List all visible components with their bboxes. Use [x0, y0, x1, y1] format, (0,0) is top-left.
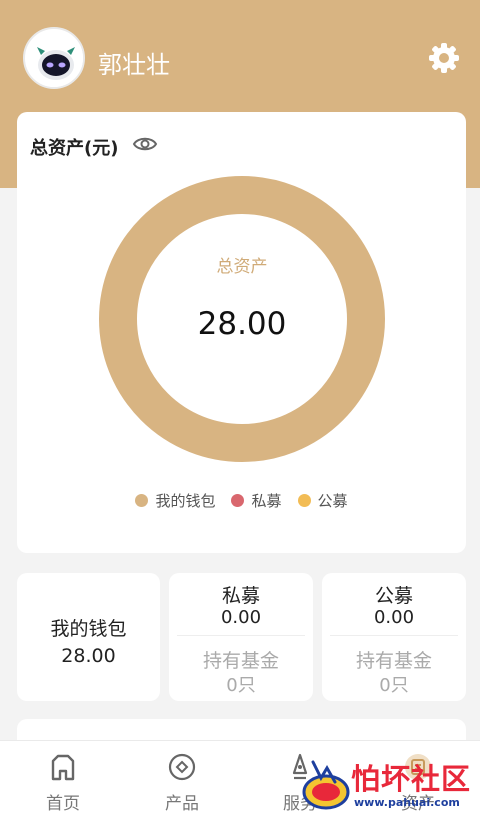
chart-legend: 我的钱包 私募 公募 — [17, 490, 466, 511]
tab-home-label: 首页 — [46, 794, 80, 814]
private-hold-count: 0只 — [226, 675, 256, 696]
public-value: 0.00 — [373, 607, 415, 628]
robot-avatar-icon — [26, 30, 83, 87]
legend-label-wallet: 我的钱包 — [155, 492, 216, 510]
public-hold-label: 持有基金 — [355, 650, 432, 672]
wallet-label: 我的钱包 — [50, 618, 127, 640]
legend-dot-private — [231, 494, 245, 507]
donut-center-value: 28.00 — [198, 306, 287, 342]
eye-icon[interactable] — [132, 133, 158, 155]
public-hold-count: 0只 — [379, 675, 409, 696]
legend-item-wallet: 我的钱包 — [135, 490, 215, 511]
product-icon — [168, 753, 196, 781]
watermark-title: 怕坏社区 — [351, 762, 472, 796]
total-assets-title: 总资产(元) — [30, 138, 119, 159]
legend-label-public: 公募 — [317, 492, 348, 510]
card-divider — [177, 635, 305, 636]
total-assets-card: 总资产(元) 总资产 28.00 我的钱包 私募 公募 — [17, 112, 466, 553]
wallet-value: 28.00 — [61, 645, 116, 667]
public-fund-card[interactable]: 公募 0.00 持有基金 0只 — [322, 573, 466, 701]
donut-center-label: 总资产 — [217, 257, 268, 277]
tab-product-label: 产品 — [165, 794, 199, 814]
wallet-card[interactable]: 我的钱包 28.00 — [17, 573, 160, 701]
user-name: 郭壮壮 — [98, 51, 170, 79]
watermark-url: www.pahuai.com — [354, 796, 460, 809]
home-icon — [51, 754, 75, 781]
private-fund-card[interactable]: 私募 0.00 持有基金 0只 — [169, 573, 313, 701]
user-avatar[interactable] — [23, 27, 85, 89]
tab-home[interactable]: 首页 — [3, 741, 123, 818]
legend-label-private: 私募 — [251, 492, 282, 510]
legend-item-public: 公募 — [297, 490, 348, 511]
legend-dot-public — [297, 494, 311, 507]
donut-chart: 总资产 28.00 — [99, 176, 385, 462]
public-label: 公募 — [374, 585, 413, 607]
private-label: 私募 — [221, 585, 260, 607]
card-divider — [330, 635, 458, 636]
private-value: 0.00 — [220, 607, 262, 628]
watermark-logo-icon — [302, 760, 350, 810]
legend-dot-wallet — [135, 494, 149, 507]
legend-item-private: 私募 — [231, 490, 282, 511]
site-watermark: 怕坏社区 www.pahuai.com — [291, 752, 480, 818]
gear-icon[interactable] — [428, 42, 460, 74]
private-hold-label: 持有基金 — [202, 650, 279, 672]
tab-product[interactable]: 产品 — [122, 741, 242, 818]
